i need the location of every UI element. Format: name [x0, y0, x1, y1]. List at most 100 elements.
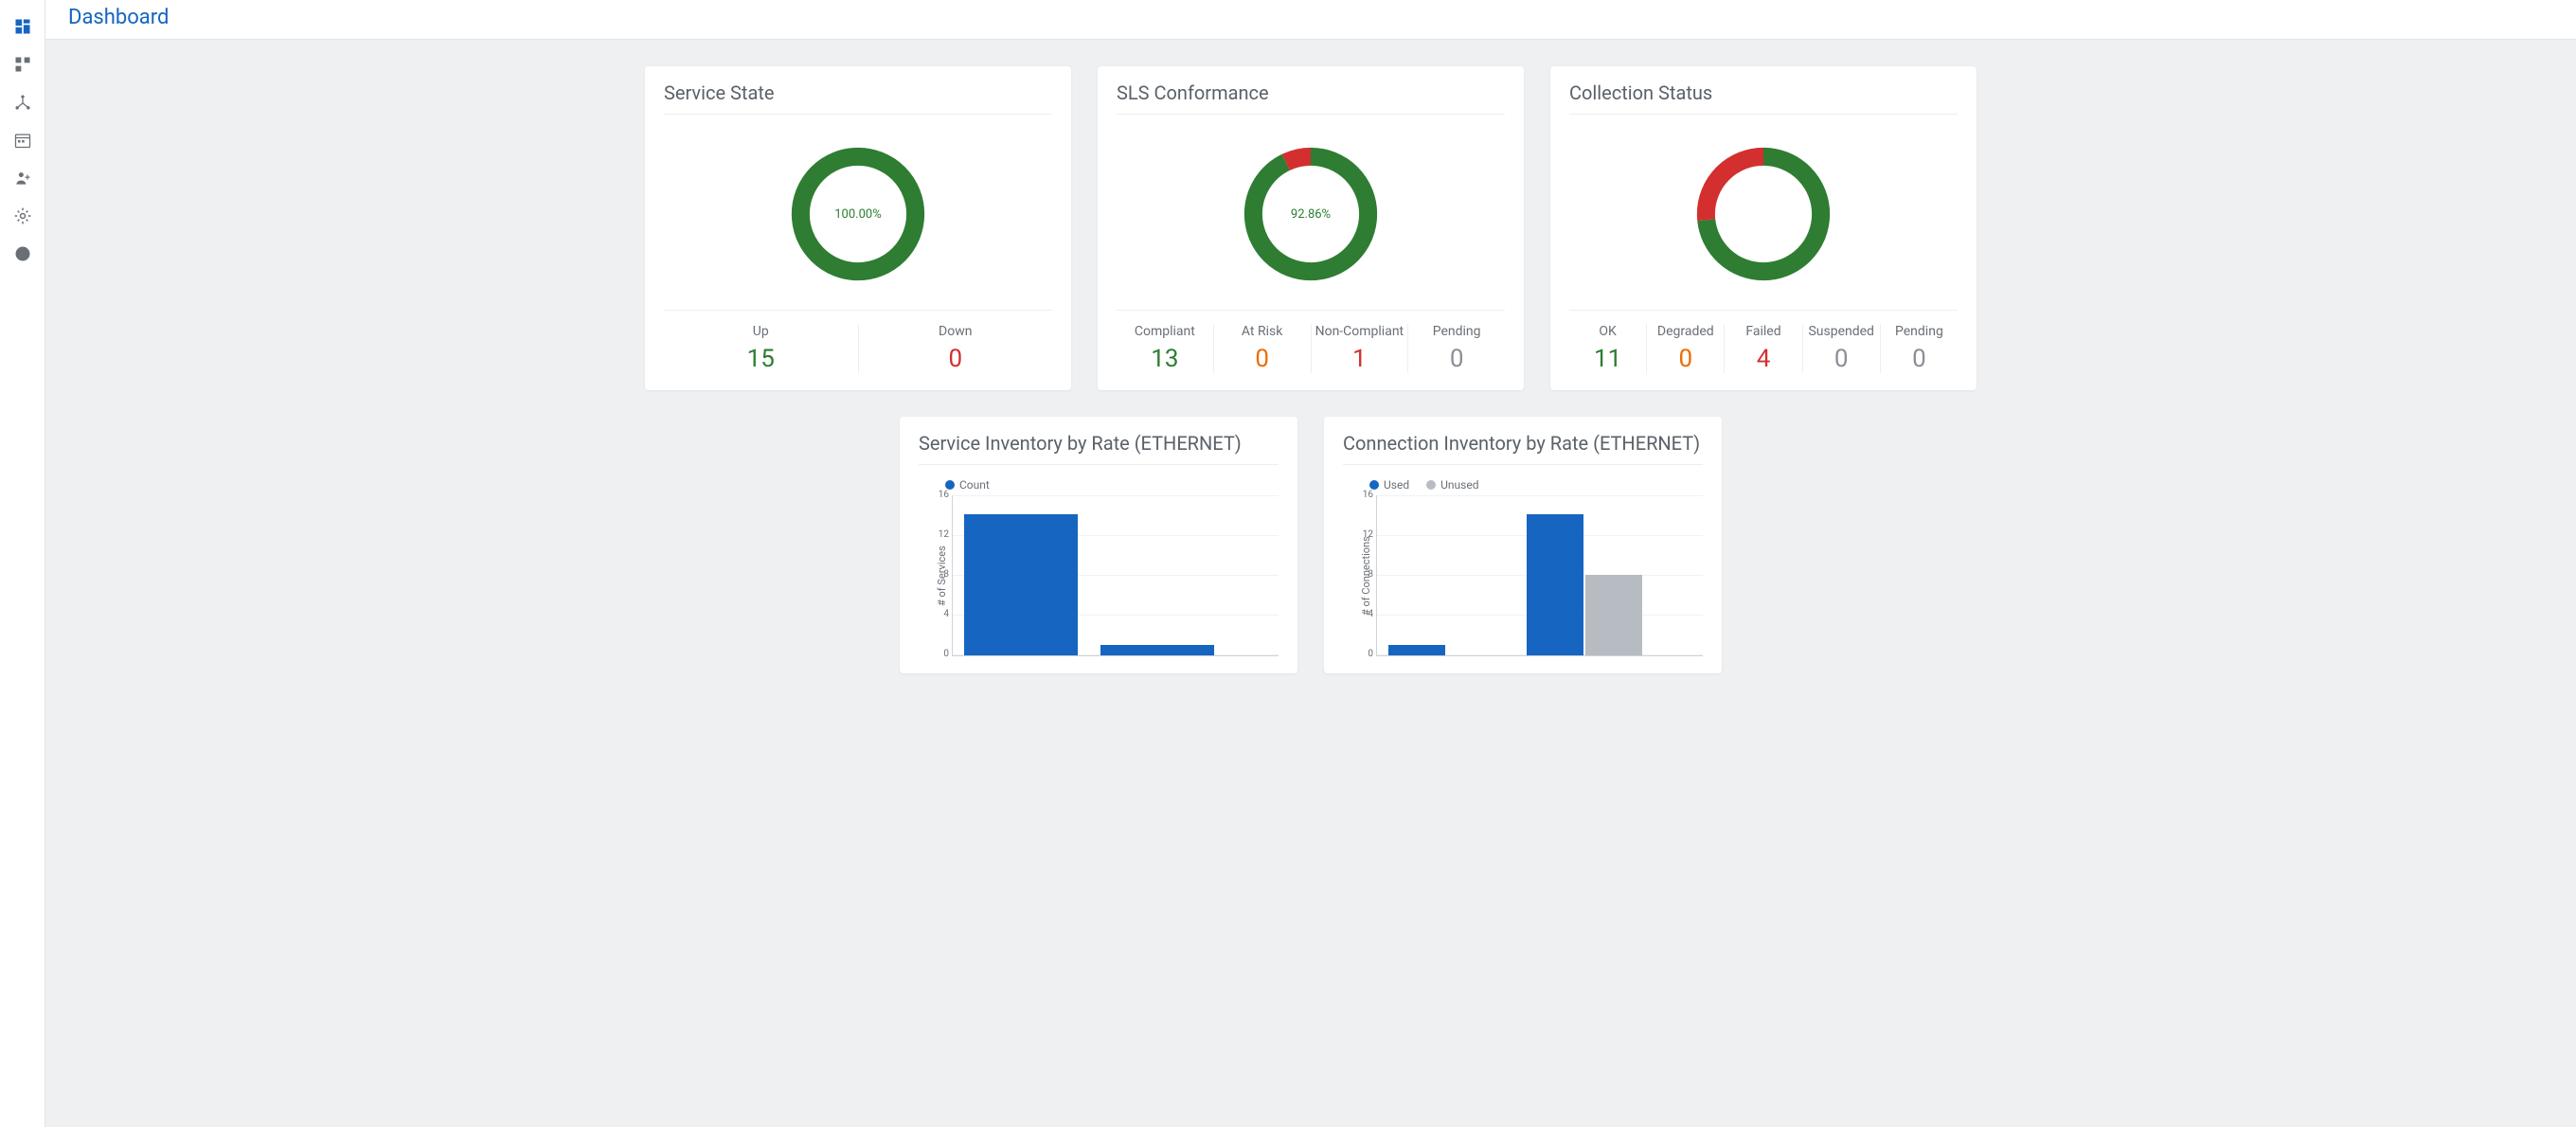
bar-group	[1527, 514, 1642, 655]
bar[interactable]	[1527, 514, 1583, 655]
stats-row: OK11Degraded0Failed4Suspended0Pending0	[1569, 310, 1958, 373]
donut-wrap: 92.86%	[1117, 124, 1505, 304]
stat-label: Pending	[1408, 324, 1505, 339]
sidebar-item-info[interactable]	[4, 235, 42, 273]
network-icon	[13, 93, 32, 112]
page-title: Dashboard	[68, 6, 2553, 29]
stat-item[interactable]: Pending 0	[1881, 324, 1958, 373]
plot: 1612840	[952, 495, 1279, 656]
sidebar-item-person-add[interactable]	[4, 159, 42, 197]
legend-label: Unused	[1440, 478, 1478, 492]
card-title: Service State	[664, 81, 1052, 115]
stat-value: 15	[664, 345, 858, 373]
card-title: SLS Conformance	[1117, 81, 1505, 115]
bar-group	[964, 514, 1078, 655]
stat-item[interactable]: OK 11	[1569, 324, 1647, 373]
calendar-icon	[13, 131, 32, 150]
card-title: Collection Status	[1569, 81, 1958, 115]
stat-label: Up	[664, 324, 858, 339]
main-area: Dashboard Service State 100.00% Up 15Down…	[45, 0, 2576, 1127]
legend-item[interactable]: Count	[945, 478, 990, 492]
donut-center-label	[1688, 138, 1839, 290]
stat-value: 0	[1881, 345, 1958, 373]
bar[interactable]	[1585, 575, 1642, 655]
stat-label: Pending	[1881, 324, 1958, 339]
stat-value: 0	[1214, 345, 1311, 373]
legend-item[interactable]: Unused	[1426, 478, 1478, 492]
stat-value: 4	[1725, 345, 1801, 373]
sidebar-item-calendar[interactable]	[4, 121, 42, 159]
card-title: Connection Inventory by Rate (ETHERNET)	[1343, 432, 1703, 465]
person-add-icon	[13, 169, 32, 188]
legend: Count	[945, 478, 1279, 492]
card-collection-status: Collection Status OK11Degraded0Failed4Su…	[1550, 66, 1977, 390]
stat-value: 0	[859, 345, 1053, 373]
service-state-donut[interactable]: 100.00%	[782, 138, 934, 290]
stat-item[interactable]: Up 15	[664, 324, 859, 373]
stat-item[interactable]: Non-Compliant 1	[1312, 324, 1409, 373]
sidebar-item-network[interactable]	[4, 83, 42, 121]
stat-label: OK	[1569, 324, 1646, 339]
legend-dot-icon	[945, 480, 955, 490]
sidebar-item-dashboard[interactable]	[4, 8, 42, 45]
stat-label: Compliant	[1117, 324, 1213, 339]
info-icon	[13, 244, 32, 263]
card-service-inventory: Service Inventory by Rate (ETHERNET) Cou…	[900, 417, 1297, 673]
bar-group	[1100, 645, 1214, 655]
stat-label: Degraded	[1647, 324, 1724, 339]
stat-value: 0	[1803, 345, 1880, 373]
legend: Used Unused	[1369, 478, 1703, 492]
stat-item[interactable]: Compliant 13	[1117, 324, 1214, 373]
stat-item[interactable]: Degraded 0	[1647, 324, 1725, 373]
row-bottom: Service Inventory by Rate (ETHERNET) Cou…	[83, 417, 2538, 673]
bar-chart: # of Connections 1612840	[1343, 495, 1703, 656]
y-axis-label: # of Connections	[1356, 495, 1376, 656]
dashboard-icon	[13, 17, 32, 36]
stat-label: Non-Compliant	[1312, 324, 1408, 339]
donut-wrap	[1569, 124, 1958, 304]
sls-conformance-donut[interactable]: 92.86%	[1235, 138, 1386, 290]
card-title: Service Inventory by Rate (ETHERNET)	[919, 432, 1279, 465]
bar[interactable]	[1100, 645, 1214, 655]
legend-label: Count	[959, 478, 990, 492]
donut-wrap: 100.00%	[664, 124, 1052, 304]
stat-item[interactable]: Suspended 0	[1803, 324, 1881, 373]
stat-value: 13	[1117, 345, 1213, 373]
stat-label: Down	[859, 324, 1053, 339]
stat-item[interactable]: At Risk 0	[1214, 324, 1312, 373]
stats-row: Compliant 13At Risk 0Non-Compliant 1Pending…	[1117, 310, 1505, 373]
settings-icon	[13, 206, 32, 225]
stat-item[interactable]: Failed 4	[1725, 324, 1802, 373]
sidebar-item-settings[interactable]	[4, 197, 42, 235]
donut-center-label: 92.86%	[1235, 138, 1386, 290]
plot: 1612840	[1376, 495, 1703, 656]
stat-value: 0	[1647, 345, 1724, 373]
legend-item[interactable]: Used	[1369, 478, 1409, 492]
card-sls-conformance: SLS Conformance 92.86% Compliant 13At Ris…	[1098, 66, 1524, 390]
donut-center-label: 100.00%	[782, 138, 934, 290]
category-icon	[13, 55, 32, 74]
chart-grid[interactable]: 1612840	[952, 495, 1279, 656]
collection-status-donut[interactable]	[1688, 138, 1839, 290]
stat-value: 11	[1569, 345, 1646, 373]
bar[interactable]	[964, 514, 1078, 655]
sidebar-item-category[interactable]	[4, 45, 42, 83]
stat-label: Failed	[1725, 324, 1801, 339]
stat-value: 1	[1312, 345, 1408, 373]
chart-grid[interactable]: 1612840	[1376, 495, 1703, 656]
y-axis-label: # of Services	[932, 495, 952, 656]
legend-dot-icon	[1369, 480, 1379, 490]
bar-group	[1388, 645, 1504, 655]
stat-label: At Risk	[1214, 324, 1311, 339]
stat-value: 0	[1408, 345, 1505, 373]
stat-item[interactable]: Pending 0	[1408, 324, 1505, 373]
bar-chart: # of Services 1612840	[919, 495, 1279, 656]
stat-item[interactable]: Down 0	[859, 324, 1053, 373]
bar[interactable]	[1388, 645, 1445, 655]
row-top: Service State 100.00% Up 15Down 0 SLS Conf…	[83, 66, 2538, 390]
legend-dot-icon	[1426, 480, 1436, 490]
card-service-state: Service State 100.00% Up 15Down 0	[645, 66, 1071, 390]
stat-label: Suspended	[1803, 324, 1880, 339]
stats-row: Up 15Down 0	[664, 310, 1052, 373]
card-connection-inventory: Connection Inventory by Rate (ETHERNET) …	[1324, 417, 1722, 673]
